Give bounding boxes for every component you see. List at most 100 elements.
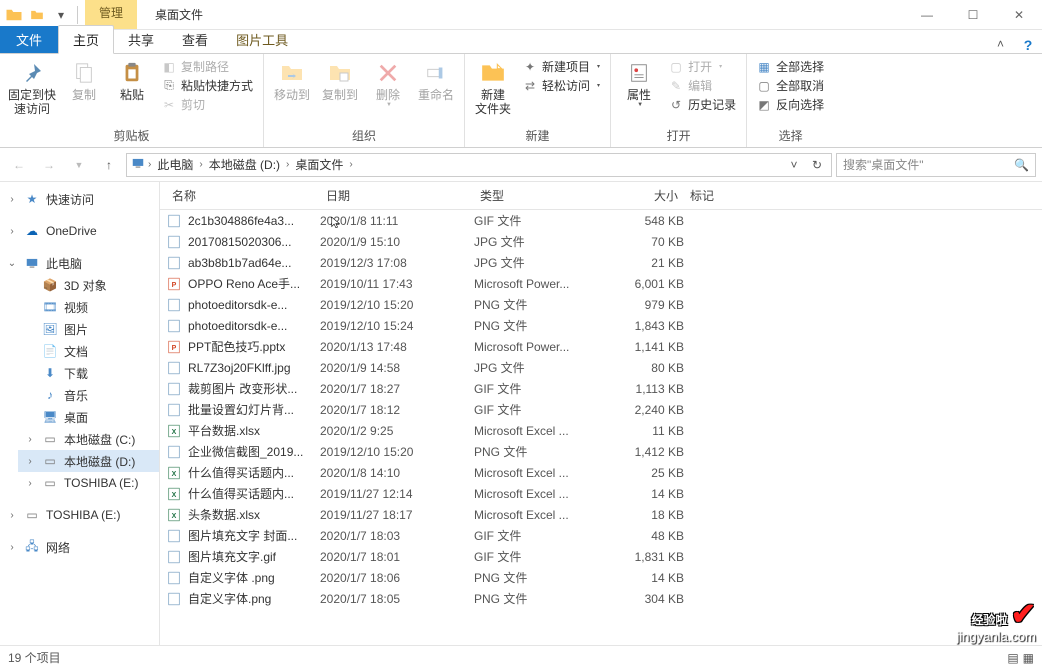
invert-selection-button[interactable]: ◩反向选择 <box>757 96 824 113</box>
file-row[interactable]: 批量设置幻灯片背...2020/1/7 18:12GIF 文件2,240 KB <box>160 399 1042 420</box>
file-icon: P <box>166 276 182 292</box>
tree-item[interactable]: ›▭本地磁盘 (D:) <box>18 450 159 472</box>
file-row[interactable]: 自定义字体 .png2020/1/7 18:06PNG 文件14 KB <box>160 567 1042 588</box>
close-button[interactable]: ✕ <box>996 0 1042 29</box>
tree-onedrive[interactable]: ›☁OneDrive <box>0 220 159 242</box>
file-row[interactable]: POPPO Reno Ace手...2019/10/11 17:43Micros… <box>160 273 1042 294</box>
qat-dropdown-icon[interactable]: ▾ <box>50 4 72 26</box>
copy-to-button[interactable]: 复制到 <box>316 56 364 103</box>
file-row[interactable]: X什么值得买话题内...2019/11/27 12:14Microsoft Ex… <box>160 483 1042 504</box>
col-date[interactable]: 日期 <box>320 187 474 204</box>
col-name[interactable]: 名称 <box>166 187 320 204</box>
file-row[interactable]: PPPT配色技巧.pptx2020/1/13 17:48Microsoft Po… <box>160 336 1042 357</box>
file-row[interactable]: 图片填充文字 封面...2020/1/7 18:03GIF 文件48 KB <box>160 525 1042 546</box>
breadcrumb-drive[interactable]: 本地磁盘 (D:) <box>206 156 283 173</box>
paste-shortcut-button[interactable]: ⎘粘贴快捷方式 <box>162 77 253 94</box>
file-row[interactable]: X头条数据.xlsx2019/11/27 18:17Microsoft Exce… <box>160 504 1042 525</box>
tree-quick-access[interactable]: ›★快速访问 <box>0 188 159 210</box>
tree-item[interactable]: 🖼图片 <box>18 318 159 340</box>
tab-file[interactable]: 文件 <box>0 26 58 53</box>
file-row[interactable]: photoeditorsdk-e...2019/12/10 15:24PNG 文… <box>160 315 1042 336</box>
group-label-organize: 组织 <box>268 127 460 145</box>
address-dropdown-icon[interactable]: ˅ <box>784 158 804 172</box>
tree-item[interactable]: 📦3D 对象 <box>18 274 159 296</box>
maximize-button[interactable]: ☐ <box>950 0 996 29</box>
recent-dropdown-icon[interactable]: ▼ <box>66 152 92 178</box>
tree-item[interactable]: ›▭本地磁盘 (C:) <box>18 428 159 450</box>
column-headers[interactable]: 名称 日期 类型 大小 标记 <box>160 182 1042 210</box>
tab-view[interactable]: 查看 <box>168 26 222 53</box>
minimize-button[interactable]: — <box>904 0 950 29</box>
back-button[interactable]: ← <box>6 152 32 178</box>
nav-tree[interactable]: ›★快速访问 ›☁OneDrive ⌄此电脑 📦3D 对象🎞视频🖼图片📄文档⬇下… <box>0 182 160 645</box>
new-item-button[interactable]: ✦新建项目▾ <box>523 58 600 75</box>
open-button[interactable]: ▢打开▾ <box>669 58 736 75</box>
tree-item[interactable]: 🖥桌面 <box>18 406 159 428</box>
file-icon <box>166 255 182 271</box>
breadcrumb-pc[interactable]: 此电脑 <box>154 156 196 173</box>
file-row[interactable]: 裁剪图片 改变形状...2020/1/7 18:27GIF 文件1,113 KB <box>160 378 1042 399</box>
address-bar[interactable]: › 此电脑 › 本地磁盘 (D:) › 桌面文件 › ˅ ↻ <box>126 153 832 177</box>
file-row[interactable]: X平台数据.xlsx2020/1/2 9:25Microsoft Excel .… <box>160 420 1042 441</box>
file-row[interactable]: photoeditorsdk-e...2019/12/10 15:20PNG 文… <box>160 294 1042 315</box>
search-box[interactable]: 搜索"桌面文件" 🔍 <box>836 153 1036 177</box>
tab-picture-tools[interactable]: 图片工具 <box>222 26 302 53</box>
col-size[interactable]: 大小 <box>598 187 684 204</box>
delete-button[interactable]: 删除▼ <box>364 56 412 109</box>
tree-item[interactable]: 🎞视频 <box>18 296 159 318</box>
file-icon <box>166 360 182 376</box>
select-all-button[interactable]: ▦全部选择 <box>757 58 824 75</box>
tree-item[interactable]: ♪音乐 <box>18 384 159 406</box>
collapse-ribbon-icon[interactable]: ˄ <box>987 35 1014 53</box>
rename-button[interactable]: 重命名 <box>412 56 460 103</box>
move-to-button[interactable]: 移动到 <box>268 56 316 103</box>
open-icon: ▢ <box>669 60 683 74</box>
tree-item[interactable]: 📄文档 <box>18 340 159 362</box>
help-icon[interactable]: ? <box>1014 37 1042 53</box>
tree-this-pc[interactable]: ⌄此电脑 <box>0 252 159 274</box>
cursor-icon <box>330 213 344 233</box>
svg-text:X: X <box>172 512 177 519</box>
status-bar: 19 个项目 ▤ ▦ <box>0 645 1042 669</box>
copy-path-button[interactable]: ◧复制路径 <box>162 58 253 75</box>
properties-icon <box>625 59 653 87</box>
tab-home[interactable]: 主页 <box>58 25 114 54</box>
properties-button[interactable]: 属性▼ <box>615 56 663 109</box>
qat-folder-open-icon[interactable] <box>26 4 48 26</box>
paste-button[interactable]: 粘贴 <box>108 56 156 103</box>
up-button[interactable]: ↑ <box>96 152 122 178</box>
edit-button[interactable]: ✎编辑 <box>669 77 736 94</box>
file-icon: P <box>166 339 182 355</box>
breadcrumb-folder[interactable]: 桌面文件 <box>292 156 346 173</box>
pin-quick-access-button[interactable]: 固定到快 速访问 <box>4 56 60 117</box>
file-row[interactable]: ab3b8b1b7ad64e...2019/12/3 17:08JPG 文件21… <box>160 252 1042 273</box>
file-row[interactable]: RL7Z3oj20FKlff.jpg2020/1/9 14:58JPG 文件80… <box>160 357 1042 378</box>
copy-button[interactable]: 复制 <box>60 56 108 103</box>
file-row[interactable]: 20170815020306...2020/1/9 15:10JPG 文件70 … <box>160 231 1042 252</box>
view-details-icon[interactable]: ▤ <box>1007 651 1018 665</box>
cloud-icon: ☁ <box>24 223 40 239</box>
tab-share[interactable]: 共享 <box>114 26 168 53</box>
refresh-icon[interactable]: ↻ <box>807 158 827 172</box>
col-type[interactable]: 类型 <box>474 187 598 204</box>
file-row[interactable]: 自定义字体.png2020/1/7 18:05PNG 文件304 KB <box>160 588 1042 609</box>
file-row[interactable]: 企业微信截图_2019...2019/12/10 15:20PNG 文件1,41… <box>160 441 1042 462</box>
file-icon <box>166 528 182 544</box>
pin-icon <box>18 59 46 87</box>
tree-network[interactable]: ›🖧网络 <box>0 536 159 558</box>
file-row[interactable]: 2c1b304886fe4a3...2020/1/8 11:11GIF 文件54… <box>160 210 1042 231</box>
tree-toshiba[interactable]: ›▭TOSHIBA (E:) <box>0 504 159 526</box>
file-row[interactable]: 图片填充文字.gif2020/1/7 18:01GIF 文件1,831 KB <box>160 546 1042 567</box>
file-list[interactable]: 2c1b304886fe4a3...2020/1/8 11:11GIF 文件54… <box>160 210 1042 645</box>
col-tag[interactable]: 标记 <box>684 187 1042 204</box>
easy-access-button[interactable]: ⇄轻松访问▾ <box>523 77 600 94</box>
view-thumbs-icon[interactable]: ▦ <box>1023 651 1034 665</box>
tree-item[interactable]: ›▭TOSHIBA (E:) <box>18 472 159 494</box>
file-row[interactable]: X什么值得买话题内...2020/1/8 14:10Microsoft Exce… <box>160 462 1042 483</box>
new-folder-button[interactable]: 新建 文件夹 <box>469 56 517 117</box>
cut-button[interactable]: ✂剪切 <box>162 96 253 113</box>
forward-button[interactable]: → <box>36 152 62 178</box>
tree-item[interactable]: ⬇下载 <box>18 362 159 384</box>
history-button[interactable]: ↺历史记录 <box>669 96 736 113</box>
select-none-button[interactable]: ▢全部取消 <box>757 77 824 94</box>
